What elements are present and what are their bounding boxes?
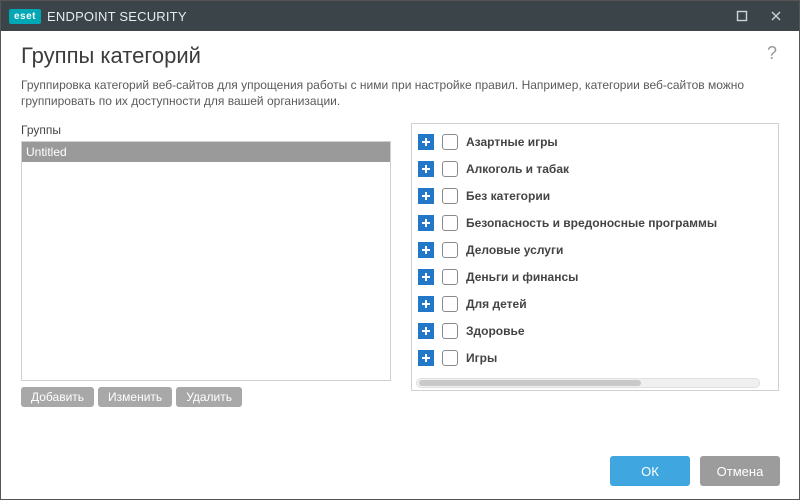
expand-icon[interactable]: [418, 269, 434, 285]
category-checkbox[interactable]: [442, 296, 458, 312]
category-label: Безопасность и вредоносные программы: [466, 216, 717, 230]
groups-panel: Группы Untitled Добавить Изменить Удалит…: [21, 123, 391, 407]
category-label: Деловые услуги: [466, 243, 563, 257]
groups-label: Группы: [21, 123, 391, 137]
groups-add-button[interactable]: Добавить: [21, 387, 94, 407]
category-row: Алкоголь и табак: [416, 155, 774, 182]
category-row: Без категории: [416, 182, 774, 209]
categories-panel: Азартные игры Алкоголь и табак Без категор…: [411, 123, 779, 407]
expand-icon[interactable]: [418, 323, 434, 339]
cancel-button[interactable]: Отмена: [700, 456, 780, 486]
category-row: Здоровье: [416, 317, 774, 344]
category-row: Деловые услуги: [416, 236, 774, 263]
page-description: Группировка категорий веб-сайтов для упр…: [21, 77, 779, 109]
ok-button[interactable]: ОК: [610, 456, 690, 486]
page-title: Группы категорий: [21, 43, 765, 69]
title-bar: eset ENDPOINT SECURITY: [1, 1, 799, 31]
expand-icon[interactable]: [418, 350, 434, 366]
brand-badge: eset: [9, 9, 41, 24]
category-row: Безопасность и вредоносные программы: [416, 209, 774, 236]
category-label: Для детей: [466, 297, 527, 311]
expand-icon[interactable]: [418, 242, 434, 258]
expand-icon[interactable]: [418, 188, 434, 204]
category-label: Здоровье: [466, 324, 525, 338]
brand-text: ENDPOINT SECURITY: [47, 9, 187, 24]
expand-icon[interactable]: [418, 296, 434, 312]
category-checkbox[interactable]: [442, 269, 458, 285]
category-row: Игры: [416, 344, 774, 371]
help-icon[interactable]: ?: [765, 43, 779, 64]
expand-icon[interactable]: [418, 161, 434, 177]
content-area: Группы категорий ? Группировка категорий…: [1, 31, 799, 407]
category-row: Деньги и финансы: [416, 263, 774, 290]
categories-list[interactable]: Азартные игры Алкоголь и табак Без категор…: [416, 128, 774, 376]
category-checkbox[interactable]: [442, 134, 458, 150]
groups-list-item-label: Untitled: [26, 145, 67, 159]
category-label: Деньги и финансы: [466, 270, 578, 284]
category-checkbox[interactable]: [442, 350, 458, 366]
expand-icon[interactable]: [418, 215, 434, 231]
category-checkbox[interactable]: [442, 323, 458, 339]
category-label: Игры: [466, 351, 497, 365]
categories-h-scrollbar[interactable]: [416, 378, 760, 388]
category-label: Алкоголь и табак: [466, 162, 569, 176]
category-label: Азартные игры: [466, 135, 558, 149]
category-row: Для детей: [416, 290, 774, 317]
category-checkbox[interactable]: [442, 215, 458, 231]
dialog-footer: ОК Отмена: [610, 456, 780, 486]
groups-list[interactable]: Untitled: [21, 141, 391, 381]
expand-icon[interactable]: [418, 134, 434, 150]
category-checkbox[interactable]: [442, 242, 458, 258]
window-maximize-button[interactable]: [725, 1, 759, 31]
groups-delete-button[interactable]: Удалить: [176, 387, 242, 407]
window-close-button[interactable]: [759, 1, 793, 31]
groups-list-item[interactable]: Untitled: [22, 142, 390, 162]
category-checkbox[interactable]: [442, 188, 458, 204]
category-row: Азартные игры: [416, 128, 774, 155]
groups-edit-button[interactable]: Изменить: [98, 387, 172, 407]
category-label: Без категории: [466, 189, 550, 203]
category-checkbox[interactable]: [442, 161, 458, 177]
